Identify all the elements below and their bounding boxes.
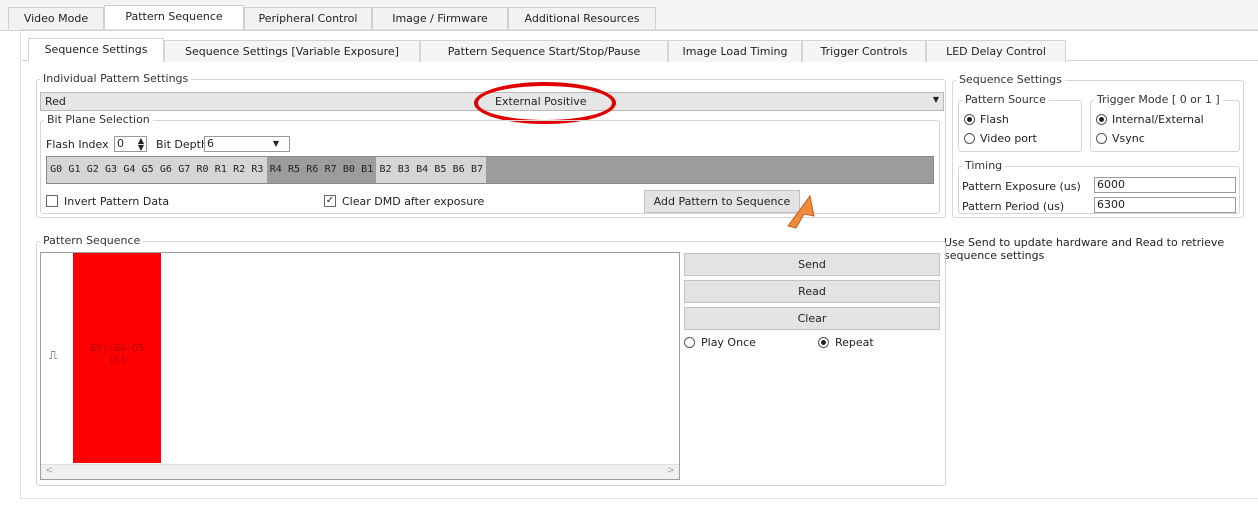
tab-pattern-sequence[interactable]: Pattern Sequence bbox=[104, 5, 244, 29]
bit-g2[interactable]: G2 bbox=[83, 157, 102, 183]
pattern-label-line2: (6) bbox=[107, 355, 127, 366]
horizontal-scrollbar[interactable]: < > bbox=[41, 464, 679, 479]
scroll-right-icon[interactable]: > bbox=[667, 465, 675, 476]
bit-b2[interactable]: B2 bbox=[376, 157, 395, 183]
period-input[interactable]: 6300 bbox=[1094, 197, 1236, 213]
bit-depth-value: 6 bbox=[207, 137, 214, 150]
tab-additional-resources[interactable]: Additional Resources bbox=[508, 7, 656, 29]
bit-g3[interactable]: G3 bbox=[101, 157, 121, 183]
color-value: Red bbox=[45, 95, 66, 108]
tab-video-mode[interactable]: Video Mode bbox=[8, 7, 104, 29]
exposure-input[interactable]: 6000 bbox=[1094, 177, 1236, 193]
bit-r6[interactable]: R6 bbox=[303, 157, 321, 183]
trigger-vsync-label: Vsync bbox=[1112, 132, 1145, 145]
pattern-block-label: 80::G0-G5 (6) bbox=[73, 343, 161, 367]
play-once-radio[interactable] bbox=[684, 337, 695, 348]
repeat-label: Repeat bbox=[835, 336, 874, 349]
exposure-label: Pattern Exposure (us) bbox=[962, 180, 1081, 193]
trigger-mode-label: Trigger Mode [ 0 or 1 ] bbox=[1094, 93, 1223, 106]
clear-dmd-checkbox[interactable]: ✓ bbox=[324, 195, 336, 207]
tab-peripheral-control[interactable]: Peripheral Control bbox=[244, 7, 372, 29]
tab-led-delay-control[interactable]: LED Delay Control bbox=[926, 40, 1066, 62]
bit-r7[interactable]: R7 bbox=[321, 157, 339, 183]
bit-r0[interactable]: R0 bbox=[193, 157, 212, 183]
add-pattern-button[interactable]: Add Pattern to Sequence bbox=[644, 190, 800, 213]
clear-dmd-label: Clear DMD after exposure bbox=[342, 195, 485, 208]
bit-g1[interactable]: G1 bbox=[65, 157, 84, 183]
bit-b1[interactable]: B1 bbox=[358, 157, 376, 183]
invert-pattern-label: Invert Pattern Data bbox=[64, 195, 170, 208]
cursor-arrow-icon bbox=[787, 194, 815, 229]
period-label: Pattern Period (us) bbox=[962, 200, 1065, 213]
flash-index-value: 0 bbox=[117, 137, 124, 150]
sequence-settings-label: Sequence Settings bbox=[956, 73, 1065, 86]
source-flash-radio[interactable] bbox=[964, 114, 975, 125]
bit-r1[interactable]: R1 bbox=[211, 157, 230, 183]
bit-plane-selection-label: Bit Plane Selection bbox=[44, 113, 153, 126]
pattern-sequence-label: Pattern Sequence bbox=[40, 234, 144, 247]
source-video-radio[interactable] bbox=[964, 133, 975, 144]
repeat-radio[interactable] bbox=[818, 337, 829, 348]
source-flash-label: Flash bbox=[980, 113, 1009, 126]
help-text: Use Send to update hardware and Read to … bbox=[944, 236, 1225, 262]
pattern-block[interactable]: 80::G0-G5 (6) bbox=[73, 253, 161, 463]
bit-g0[interactable]: G0 bbox=[47, 157, 66, 183]
invert-pattern-checkbox[interactable] bbox=[46, 195, 58, 207]
bit-plane-strip: G0 G1 G2 G3 G4 G5 G6 G7 R0 R1 R2 R3 R4 R… bbox=[46, 156, 934, 184]
pattern-label-line1: 80::G0-G5 bbox=[89, 343, 145, 354]
bit-g6[interactable]: G6 bbox=[156, 157, 176, 183]
timing-label: Timing bbox=[962, 159, 1006, 172]
bit-depth-dropdown[interactable]: 6 ▼ bbox=[204, 136, 290, 152]
tab-pattern-sequence-start-stop-pause[interactable]: Pattern Sequence Start/Stop/Pause bbox=[420, 40, 668, 62]
chevron-down-icon: ▼ bbox=[932, 95, 939, 104]
individual-pattern-settings-label: Individual Pattern Settings bbox=[40, 72, 192, 85]
bit-r3[interactable]: R3 bbox=[248, 157, 267, 183]
trigger-internal-label: Internal/External bbox=[1112, 113, 1204, 126]
pattern-source-label: Pattern Source bbox=[962, 93, 1049, 106]
bit-r4[interactable]: R4 bbox=[267, 157, 285, 183]
spinner-arrows-icon: ▲ ▼ bbox=[137, 136, 144, 152]
bit-depth-label: Bit Depth bbox=[156, 138, 208, 151]
scroll-left-icon[interactable]: < bbox=[45, 465, 53, 476]
tab-sequence-settings[interactable]: Sequence Settings bbox=[28, 38, 164, 62]
play-once-label: Play Once bbox=[701, 336, 756, 349]
trigger-internal-radio[interactable] bbox=[1096, 114, 1107, 125]
bit-b3[interactable]: B3 bbox=[394, 157, 413, 183]
tab-trigger-controls[interactable]: Trigger Controls bbox=[802, 40, 926, 62]
bit-b5[interactable]: B5 bbox=[431, 157, 450, 183]
bit-r2[interactable]: R2 bbox=[229, 157, 249, 183]
tab-image-firmware[interactable]: Image / Firmware bbox=[372, 7, 508, 29]
bit-b6[interactable]: B6 bbox=[449, 157, 468, 183]
bit-g4[interactable]: G4 bbox=[120, 157, 139, 183]
send-button[interactable]: Send bbox=[684, 253, 940, 276]
chevron-down-icon: ▼ bbox=[272, 139, 279, 148]
bit-b7[interactable]: B7 bbox=[467, 157, 487, 183]
bit-g7[interactable]: G7 bbox=[175, 157, 194, 183]
tab-sequence-settings-variable-exposure[interactable]: Sequence Settings [Variable Exposure] bbox=[164, 40, 420, 62]
trigger-pulse-icon: ⎍ bbox=[49, 348, 58, 362]
source-video-label: Video port bbox=[980, 132, 1037, 145]
trigger-vsync-radio[interactable] bbox=[1096, 133, 1107, 144]
bit-b0[interactable]: B0 bbox=[340, 157, 358, 183]
bit-b4[interactable]: B4 bbox=[412, 157, 432, 183]
read-button[interactable]: Read bbox=[684, 280, 940, 303]
highlight-circle bbox=[474, 82, 616, 124]
flash-index-spinner[interactable]: 0 ▲ ▼ bbox=[114, 136, 147, 152]
tab-image-load-timing[interactable]: Image Load Timing bbox=[668, 40, 802, 62]
clear-button[interactable]: Clear bbox=[684, 307, 940, 330]
bit-r5[interactable]: R5 bbox=[285, 157, 303, 183]
pattern-sequence-list[interactable]: ⎍ 80::G0-G5 (6) < > bbox=[40, 252, 680, 480]
bit-g5[interactable]: G5 bbox=[138, 157, 157, 183]
flash-index-label: Flash Index bbox=[46, 138, 109, 151]
